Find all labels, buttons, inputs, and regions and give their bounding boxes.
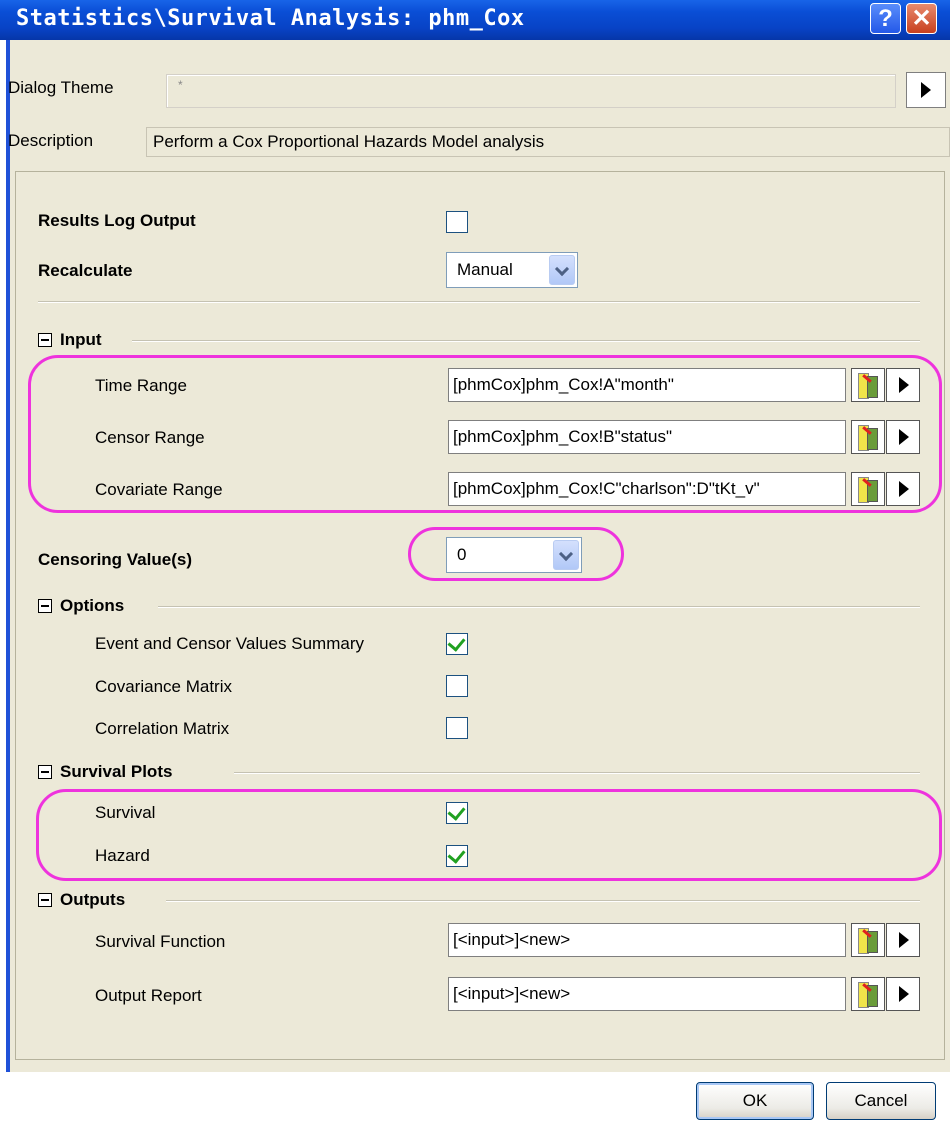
- divider: [132, 340, 920, 342]
- results-log-label: Results Log Output: [38, 211, 196, 230]
- covariance-matrix-checkbox[interactable]: [446, 675, 468, 697]
- survival-plot-checkbox[interactable]: [446, 802, 468, 824]
- covariance-matrix-label: Covariance Matrix: [95, 677, 232, 696]
- censoring-value-dropdown[interactable]: 0: [446, 537, 582, 573]
- range-menu-button[interactable]: [886, 977, 920, 1011]
- divider: [158, 606, 920, 608]
- hazard-plot-label: Hazard: [95, 846, 150, 865]
- hazard-plot-checkbox[interactable]: [446, 845, 468, 867]
- correlation-matrix-checkbox[interactable]: [446, 717, 468, 739]
- covariate-range-value: [phmCox]phm_Cox!C"charlson":D"tKt_v": [453, 479, 760, 498]
- time-range-value: [phmCox]phm_Cox!A"month": [453, 375, 674, 394]
- dialog-theme-value: *: [178, 78, 183, 92]
- censor-range-label: Censor Range: [95, 428, 205, 447]
- title-bar[interactable]: Statistics\Survival Analysis: phm_Cox ? …: [0, 0, 950, 40]
- select-range-button[interactable]: [851, 368, 885, 402]
- survival-plots-group-header: Survival Plots: [60, 762, 173, 781]
- description-label: Description: [8, 131, 94, 150]
- survival-plots-collapse-toggle[interactable]: [38, 765, 52, 779]
- input-collapse-toggle[interactable]: [38, 333, 52, 347]
- output-report-value: [<input>]<new>: [453, 984, 571, 1003]
- event-censor-summary-label: Event and Censor Values Summary: [95, 634, 364, 653]
- recalculate-dropdown[interactable]: Manual: [446, 252, 578, 288]
- dialog-theme-field[interactable]: [166, 74, 896, 108]
- outputs-group-header: Outputs: [60, 890, 126, 909]
- theme-menu-button[interactable]: [906, 72, 946, 108]
- censoring-value: 0: [457, 545, 467, 564]
- survival-function-label: Survival Function: [95, 932, 226, 951]
- options-group-header: Options: [60, 596, 125, 615]
- window-title: Statistics\Survival Analysis: phm_Cox: [16, 6, 525, 31]
- select-range-button[interactable]: [851, 420, 885, 454]
- divider: [166, 900, 920, 902]
- select-range-button[interactable]: [851, 472, 885, 506]
- select-range-button[interactable]: [851, 923, 885, 957]
- close-button[interactable]: ✕: [906, 3, 937, 34]
- censor-range-input[interactable]: [phmCox]phm_Cox!B"status": [448, 420, 846, 454]
- ok-button[interactable]: OK: [696, 1082, 814, 1120]
- check-icon: [447, 802, 466, 821]
- range-menu-button[interactable]: [886, 420, 920, 454]
- survival-function-value: [<input>]<new>: [453, 930, 571, 949]
- covariate-range-input[interactable]: [phmCox]phm_Cox!C"charlson":D"tKt_v": [448, 472, 846, 506]
- survival-plot-label: Survival: [95, 803, 156, 822]
- description-text: Perform a Cox Proportional Hazards Model…: [153, 132, 545, 151]
- select-range-button[interactable]: [851, 977, 885, 1011]
- cancel-button[interactable]: Cancel: [826, 1082, 936, 1120]
- range-menu-button[interactable]: [886, 923, 920, 957]
- correlation-matrix-label: Correlation Matrix: [95, 719, 230, 738]
- censoring-value-label: Censoring Value(s): [38, 550, 192, 569]
- divider: [234, 772, 920, 774]
- output-report-input[interactable]: [<input>]<new>: [448, 977, 846, 1011]
- check-icon: [447, 633, 466, 652]
- range-menu-button[interactable]: [886, 472, 920, 506]
- divider: [38, 301, 920, 303]
- check-icon: [447, 845, 466, 864]
- results-log-checkbox[interactable]: [446, 211, 468, 233]
- time-range-label: Time Range: [95, 376, 187, 395]
- event-censor-summary-checkbox[interactable]: [446, 633, 468, 655]
- recalculate-value: Manual: [457, 260, 513, 279]
- survival-function-input[interactable]: [<input>]<new>: [448, 923, 846, 957]
- covariate-range-label: Covariate Range: [95, 480, 223, 499]
- chevron-down-icon[interactable]: [549, 255, 575, 285]
- chevron-down-icon[interactable]: [553, 540, 579, 570]
- options-collapse-toggle[interactable]: [38, 599, 52, 613]
- arrow-right-icon: [921, 82, 931, 98]
- recalculate-label: Recalculate: [38, 261, 133, 280]
- time-range-input[interactable]: [phmCox]phm_Cox!A"month": [448, 368, 846, 402]
- outputs-collapse-toggle[interactable]: [38, 893, 52, 907]
- help-button[interactable]: ?: [870, 3, 901, 34]
- input-group-header: Input: [60, 330, 102, 349]
- range-menu-button[interactable]: [886, 368, 920, 402]
- description-field: Perform a Cox Proportional Hazards Model…: [146, 127, 950, 157]
- output-report-label: Output Report: [95, 986, 202, 1005]
- dialog-theme-label: Dialog Theme: [8, 78, 114, 97]
- censor-range-value: [phmCox]phm_Cox!B"status": [453, 427, 672, 446]
